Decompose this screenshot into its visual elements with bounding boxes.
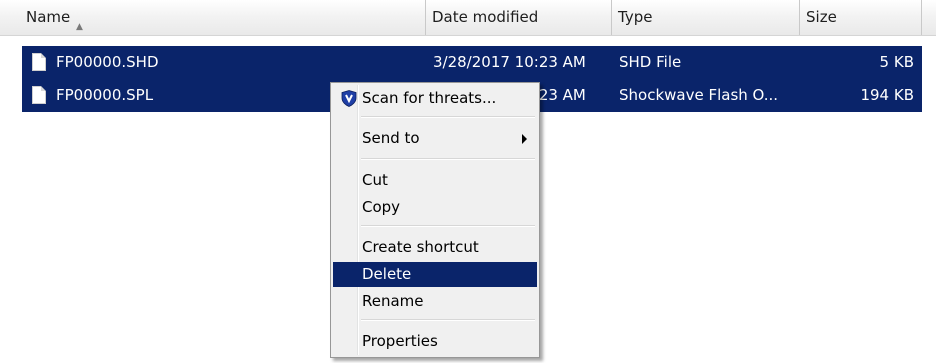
submenu-arrow-icon (522, 134, 527, 144)
menu-item-send-to[interactable]: Send to (333, 126, 537, 151)
column-header-name-label: Name (26, 8, 71, 26)
menu-item-label: Copy (362, 198, 401, 216)
context-menu: Scan for threats... Send to Cut Copy Cre… (330, 82, 540, 358)
column-header-type[interactable]: Type (612, 0, 800, 35)
menu-item-cut[interactable]: Cut (333, 168, 537, 193)
menu-item-properties[interactable]: Properties (333, 329, 537, 354)
menu-item-label: Cut (362, 171, 388, 189)
menu-item-label: Create shortcut (362, 238, 479, 256)
menu-separator (361, 158, 535, 160)
column-header-bar: Name ▲ Date modified Type Size (0, 0, 936, 36)
menu-item-create-shortcut[interactable]: Create shortcut (333, 235, 537, 260)
file-name: FP00000.SHD (56, 53, 159, 71)
column-header-date-modified[interactable]: Date modified (426, 0, 612, 35)
column-header-size-label: Size (806, 8, 837, 26)
file-name: FP00000.SPL (56, 86, 154, 104)
menu-separator (361, 116, 535, 118)
menu-item-copy[interactable]: Copy (333, 195, 537, 220)
file-icon (32, 86, 46, 104)
file-type: SHD File (619, 53, 682, 71)
column-header-size[interactable]: Size (800, 0, 922, 35)
menu-item-label: Properties (362, 332, 438, 350)
file-date-modified: 3/28/2017 10:23 AM (433, 53, 586, 71)
menu-item-label: Rename (362, 292, 424, 310)
column-header-date-label: Date modified (432, 8, 539, 26)
menu-item-scan-for-threats[interactable]: Scan for threats... (333, 86, 537, 111)
menu-item-label: Delete (362, 265, 412, 283)
shield-icon (341, 90, 357, 107)
file-size: 194 KB (860, 86, 914, 104)
file-row[interactable]: FP00000.SHD 3/28/2017 10:23 AM SHD File … (22, 46, 922, 79)
file-icon (32, 53, 46, 71)
menu-item-delete[interactable]: Delete (333, 262, 537, 287)
menu-item-rename[interactable]: Rename (333, 289, 537, 314)
menu-item-label: Send to (362, 129, 420, 147)
sort-ascending-icon: ▲ (76, 22, 83, 32)
column-header-name[interactable]: Name ▲ (0, 0, 426, 35)
file-type: Shockwave Flash O... (619, 86, 779, 104)
menu-separator (361, 319, 535, 321)
menu-item-label: Scan for threats... (362, 89, 497, 107)
file-size: 5 KB (879, 53, 914, 71)
menu-separator (361, 225, 535, 227)
column-header-type-label: Type (618, 8, 653, 26)
